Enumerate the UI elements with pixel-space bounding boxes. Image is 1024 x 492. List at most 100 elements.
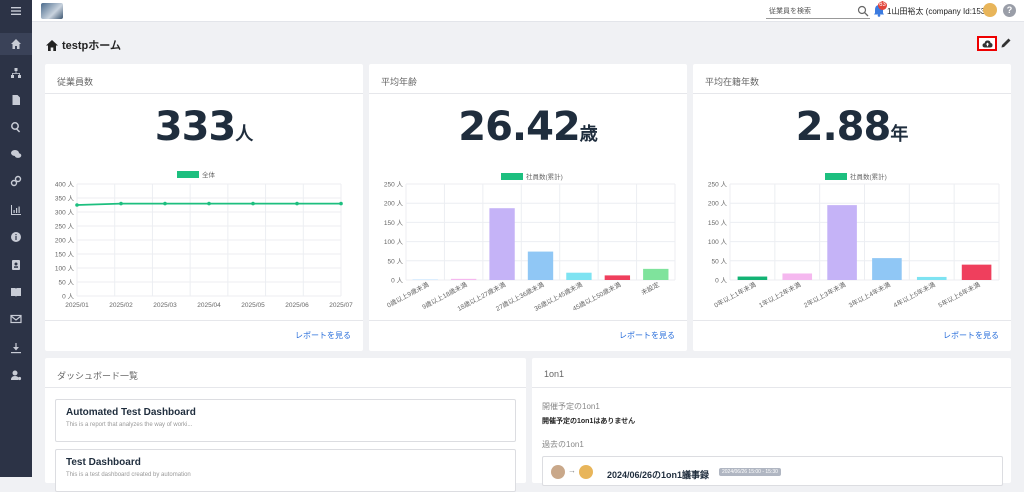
dashboard-item-desc: This is a report that analyzes the way o… bbox=[66, 422, 505, 428]
data-point bbox=[163, 202, 167, 206]
info-icon[interactable] bbox=[0, 226, 32, 248]
card-title: 平均在籍年数 bbox=[693, 64, 1011, 94]
y-tick-label: 200 人 bbox=[55, 237, 75, 245]
y-tick-label: 200 人 bbox=[708, 200, 728, 208]
bar bbox=[528, 252, 553, 280]
help-icon[interactable]: ? bbox=[1003, 4, 1016, 17]
x-tick-label: 2025/05 bbox=[241, 302, 265, 309]
book-icon[interactable] bbox=[0, 281, 32, 303]
x-tick-label: 2025/03 bbox=[153, 302, 177, 309]
legend-label: 社員数(累計) bbox=[850, 172, 887, 181]
age-bar-chart: 社員数(累計)0 人50 人100 人150 人200 人250 人0歳以上9歳… bbox=[369, 164, 687, 319]
bar bbox=[489, 208, 514, 280]
y-tick-label: 0 人 bbox=[715, 277, 727, 285]
average-tenure-card: 平均在籍年数 2.88年 社員数(累計)0 人50 人100 人150 人200… bbox=[693, 64, 1011, 351]
edit-pencil-icon[interactable] bbox=[1000, 37, 1012, 49]
data-point bbox=[295, 202, 299, 206]
past-one-on-one-item[interactable]: → 2024/06/26の1on1議事録 2024/06/26 15:00 - … bbox=[542, 456, 1003, 486]
document-icon[interactable] bbox=[0, 89, 32, 111]
search-icon[interactable] bbox=[0, 116, 32, 138]
search-icon[interactable] bbox=[857, 5, 869, 17]
arrow-icon: → bbox=[568, 466, 576, 475]
y-tick-label: 100 人 bbox=[384, 238, 404, 246]
upcoming-label: 開催予定の1on1 bbox=[542, 401, 600, 412]
kpi-unit: 人 bbox=[235, 124, 253, 145]
kpi-unit: 年 bbox=[890, 124, 908, 145]
employee-count-card: 従業員数 333人 全体0 人50 人100 人150 人200 人250 人3… bbox=[45, 64, 363, 351]
kpi-number: 333 bbox=[155, 104, 236, 150]
user-settings-icon[interactable] bbox=[0, 364, 32, 386]
y-tick-label: 250 人 bbox=[55, 223, 75, 231]
y-tick-label: 300 人 bbox=[55, 209, 75, 217]
dashboard-item[interactable]: Test Dashboard This is a test dashboard … bbox=[55, 449, 516, 492]
cloud-upload-button[interactable] bbox=[977, 36, 997, 51]
line-chart-icon[interactable] bbox=[0, 199, 32, 221]
card-title: 1on1 bbox=[532, 358, 1011, 388]
x-tick-label: 2025/01 bbox=[65, 302, 89, 309]
cloud-upload-icon bbox=[982, 40, 993, 48]
dashboard-item[interactable]: Automated Test Dashboard This is a repor… bbox=[55, 399, 516, 442]
card-title: 従業員数 bbox=[45, 64, 363, 94]
kpi-value: 26.42歳 bbox=[369, 104, 687, 150]
card-title: ダッシュボード一覧 bbox=[45, 358, 526, 388]
bar bbox=[872, 258, 902, 280]
contact-card-icon[interactable] bbox=[0, 254, 32, 276]
dashboard-item-title: Automated Test Dashboard bbox=[66, 407, 505, 418]
x-tick-label: 2025/06 bbox=[285, 302, 309, 309]
one-on-one-tag: 2024/06/26 15:00 - 15:30 bbox=[719, 468, 781, 476]
view-report-link[interactable]: レポートを見る bbox=[619, 330, 675, 341]
bar bbox=[782, 273, 812, 280]
user-name[interactable]: 1山田裕太 (company Id:153) bbox=[887, 6, 988, 17]
view-report-link[interactable]: レポートを見る bbox=[295, 330, 351, 341]
mail-icon[interactable] bbox=[0, 308, 32, 330]
dashboard-item-title: Test Dashboard bbox=[66, 457, 505, 468]
x-tick-label: 3年以上4年未満 bbox=[847, 280, 892, 310]
card-footer: レポートを見る bbox=[45, 320, 363, 351]
y-tick-label: 150 人 bbox=[55, 251, 75, 259]
org-chart-icon[interactable] bbox=[0, 62, 32, 84]
upcoming-empty-text: 開催予定の1on1はありません bbox=[542, 416, 635, 426]
dashboard-list-card: ダッシュボード一覧 Automated Test Dashboard This … bbox=[45, 358, 526, 483]
data-point bbox=[207, 202, 211, 206]
dashboard-item-desc: This is a test dashboard created by auto… bbox=[66, 472, 505, 478]
bar bbox=[917, 277, 947, 280]
kpi-value: 333人 bbox=[45, 104, 363, 150]
chat-icon[interactable] bbox=[0, 143, 32, 165]
legend-label: 社員数(累計) bbox=[526, 172, 563, 181]
y-tick-label: 0 人 bbox=[391, 277, 403, 285]
x-tick-label: 2025/07 bbox=[329, 302, 353, 309]
view-report-link[interactable]: レポートを見る bbox=[943, 330, 999, 341]
y-tick-label: 100 人 bbox=[55, 265, 75, 273]
y-tick-label: 350 人 bbox=[55, 195, 75, 203]
x-tick-label: 5年以上6年未満 bbox=[936, 280, 981, 310]
y-tick-label: 0 人 bbox=[62, 293, 74, 301]
home-icon[interactable] bbox=[0, 33, 32, 55]
company-logo[interactable] bbox=[41, 3, 63, 19]
kpi-number: 2.88 bbox=[796, 104, 891, 150]
y-tick-label: 250 人 bbox=[384, 181, 404, 189]
sidebar bbox=[0, 0, 32, 477]
tenure-bar-chart: 社員数(累計)0 人50 人100 人150 人200 人250 人0年以上1年… bbox=[693, 164, 1011, 319]
bar bbox=[827, 205, 857, 280]
link-icon[interactable] bbox=[0, 170, 32, 192]
data-point bbox=[75, 203, 79, 207]
user-avatar[interactable] bbox=[983, 3, 997, 17]
y-tick-label: 150 人 bbox=[384, 219, 404, 227]
bar bbox=[605, 275, 630, 280]
card-footer: レポートを見る bbox=[693, 320, 1011, 351]
x-tick-label: 4年以上5年未満 bbox=[892, 280, 937, 310]
x-tick-label: 未設定 bbox=[639, 280, 661, 297]
y-tick-label: 250 人 bbox=[708, 181, 728, 189]
menu-icon[interactable] bbox=[0, 0, 32, 22]
x-tick-label: 2年以上3年未満 bbox=[802, 280, 847, 310]
home-icon bbox=[46, 40, 58, 51]
download-icon[interactable] bbox=[0, 337, 32, 359]
bar bbox=[566, 273, 591, 280]
bar bbox=[451, 279, 476, 280]
y-tick-label: 50 人 bbox=[58, 279, 74, 287]
y-tick-label: 50 人 bbox=[387, 257, 403, 265]
card-footer: レポートを見る bbox=[369, 320, 687, 351]
data-point bbox=[119, 202, 123, 206]
bar bbox=[643, 269, 668, 280]
employee-search-input[interactable]: 従業員を検索 bbox=[766, 4, 870, 19]
